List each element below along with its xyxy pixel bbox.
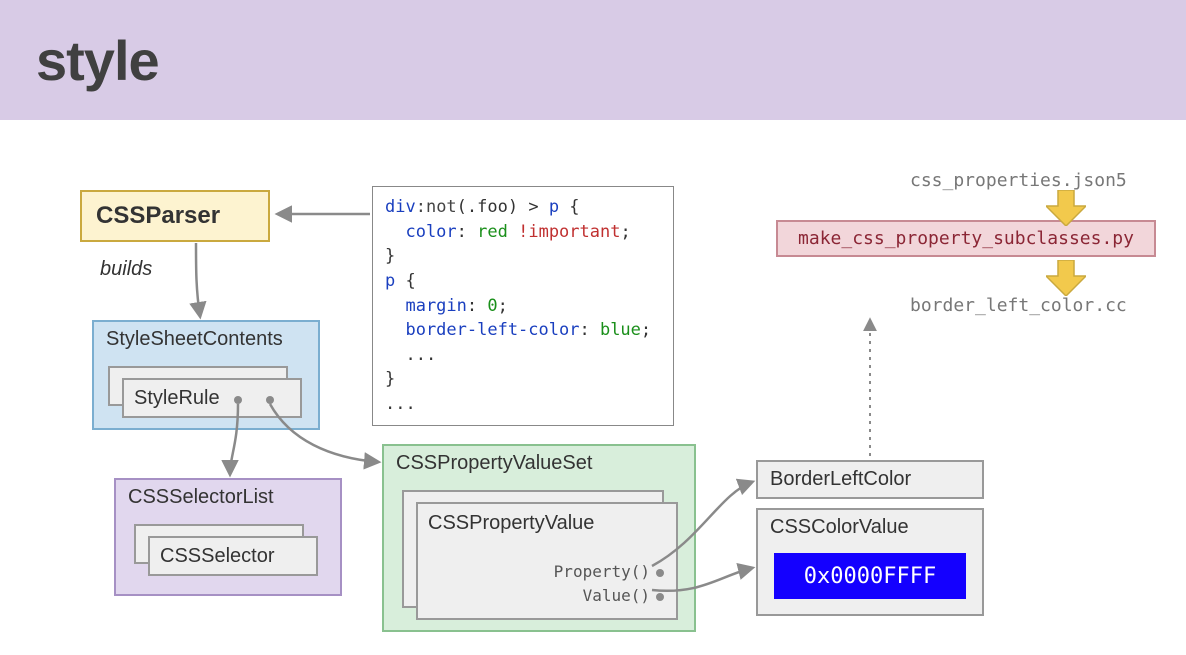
code-t: border-left-color <box>385 320 579 340</box>
slide-header: style <box>0 0 1186 120</box>
edge-label-builds: builds <box>100 258 152 281</box>
code-t: { <box>395 271 415 291</box>
node-csscolorvalue-label: CSSColorValue <box>758 510 982 545</box>
node-csspropertyvalue: CSSPropertyValue Property() Value() <box>416 502 678 620</box>
code-t: !important <box>518 222 620 242</box>
fat-arrow-down-1 <box>1046 190 1086 226</box>
method-property: Property() <box>554 562 650 581</box>
code-t: red <box>477 222 508 242</box>
node-csspropertyvalue-stack: CSSPropertyValue Property() Value() <box>402 490 682 620</box>
stylerule-dot-1 <box>234 396 242 404</box>
code-t: (.foo) <box>457 197 518 217</box>
css-source-code: div:not(.foo) > p { color: red !importan… <box>372 186 674 426</box>
codegen-input: css_properties.json5 <box>910 170 1127 191</box>
code-t: } <box>385 369 395 389</box>
node-borderleftcolor: BorderLeftColor <box>756 460 984 499</box>
node-cssselectorlist-label: CSSSelectorList <box>116 480 340 515</box>
code-t: { <box>559 197 579 217</box>
stylerule-dot-2 <box>266 396 274 404</box>
property-methods: Property() Value() <box>554 560 664 608</box>
node-stylerule: StyleRule <box>122 378 302 418</box>
node-csspropertyvalue-label: CSSPropertyValue <box>428 512 594 534</box>
node-cssparser-label: CSSParser <box>82 192 268 240</box>
code-t: 0 <box>487 296 497 316</box>
node-stylerule-label: StyleRule <box>134 387 220 410</box>
code-t: > <box>518 197 549 217</box>
code-t: : <box>457 222 477 242</box>
node-stylerule-stack: StyleRule <box>108 366 300 418</box>
code-t: :not <box>416 197 457 217</box>
method-value-dot <box>656 593 664 601</box>
code-t: : <box>467 296 487 316</box>
fat-arrow-down-2 <box>1046 260 1086 296</box>
method-property-dot <box>656 569 664 577</box>
node-borderleftcolor-label: BorderLeftColor <box>758 462 982 497</box>
codegen-script: make_css_property_subclasses.py <box>776 220 1156 257</box>
node-cssselector: CSSSelector <box>148 536 318 576</box>
node-cssparser: CSSParser <box>80 190 270 242</box>
codegen-output: border_left_color.cc <box>910 295 1127 316</box>
code-t: margin <box>385 296 467 316</box>
color-hex: 0x0000FFFF <box>804 564 936 589</box>
code-t: ... <box>385 345 436 365</box>
code-t: ; <box>641 320 651 340</box>
code-t: ... <box>385 394 416 414</box>
node-cssselector-stack: CSSSelector <box>134 524 326 580</box>
code-t: p <box>549 197 559 217</box>
method-value: Value() <box>583 586 650 605</box>
slide-title: style <box>36 28 159 93</box>
code-t: blue <box>600 320 641 340</box>
code-t <box>508 222 518 242</box>
code-t: } <box>385 246 395 266</box>
node-csspropertyvalueset-label: CSSPropertyValueSet <box>384 446 694 481</box>
code-t: ; <box>620 222 630 242</box>
code-t: : <box>579 320 599 340</box>
codegen-script-label: make_css_property_subclasses.py <box>798 228 1134 249</box>
code-t: ; <box>498 296 508 316</box>
node-cssselector-label: CSSSelector <box>160 545 275 568</box>
node-stylesheetcontents-label: StyleSheetContents <box>94 322 318 357</box>
code-t: color <box>385 222 457 242</box>
code-t: div <box>385 197 416 217</box>
color-swatch: 0x0000FFFF <box>774 553 966 599</box>
code-t: p <box>385 271 395 291</box>
